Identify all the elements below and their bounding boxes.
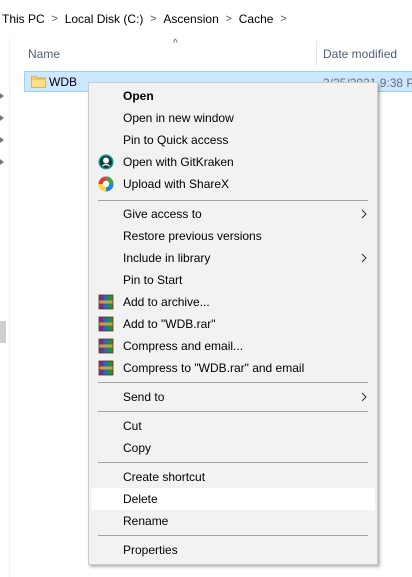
menu-item-label: Include in library (123, 251, 211, 265)
folder-icon (31, 76, 46, 88)
menu-item-label: Pin to Start (123, 273, 183, 287)
menu-item-compress-rar-email[interactable]: Compress to "WDB.rar" and email (91, 357, 375, 379)
menu-item-pin-start[interactable]: Pin to Start (91, 269, 375, 291)
menu-item-give-access[interactable]: Give access to (91, 203, 375, 225)
menu-separator (98, 462, 368, 463)
menu-item-label: Give access to (123, 207, 202, 221)
menu-item-label: Cut (123, 419, 142, 433)
menu-item-label: Compress to "WDB.rar" and email (123, 361, 305, 375)
gitkraken-icon (98, 154, 114, 170)
menu-item-label: Send to (123, 390, 165, 404)
submenu-arrow-icon (361, 209, 367, 219)
expand-arrow-icon[interactable] (0, 93, 4, 99)
winrar-icon (98, 360, 114, 376)
column-header-row: ^ Name Date modified (10, 38, 412, 68)
winrar-icon (98, 294, 114, 310)
menu-item-label: Upload with ShareX (123, 177, 230, 191)
file-name[interactable]: WDB (49, 75, 77, 89)
menu-item-label: Create shortcut (123, 470, 206, 484)
menu-item-label: Rename (123, 514, 169, 528)
chevron-right-icon[interactable]: > (223, 13, 235, 25)
submenu-arrow-icon (361, 392, 367, 402)
menu-item-rename[interactable]: Rename (91, 510, 375, 532)
pane-splitter[interactable] (9, 38, 10, 577)
menu-separator (98, 200, 368, 201)
menu-separator (98, 535, 368, 536)
submenu-arrow-icon (361, 253, 367, 263)
winrar-icon (98, 316, 114, 332)
menu-separator (98, 411, 368, 412)
menu-item-label: Restore previous versions (123, 229, 262, 243)
menu-item-properties[interactable]: Properties (91, 539, 375, 561)
expand-arrow-icon[interactable] (0, 159, 4, 165)
chevron-right-icon[interactable]: > (147, 13, 159, 25)
menu-item-open-gitkraken[interactable]: Open with GitKraken (91, 151, 375, 173)
menu-item-cut[interactable]: Cut (91, 415, 375, 437)
menu-item-open[interactable]: Open (91, 85, 375, 107)
nav-selected-item[interactable] (0, 321, 6, 343)
menu-item-open-new-window[interactable]: Open in new window (91, 107, 375, 129)
menu-item-upload-sharex[interactable]: Upload with ShareX (91, 173, 375, 195)
chevron-right-icon[interactable]: > (49, 13, 61, 25)
sort-ascending-icon: ^ (173, 38, 178, 49)
breadcrumb-ascension[interactable]: Ascension (159, 12, 222, 26)
menu-item-label: Properties (123, 543, 178, 557)
menu-item-restore-versions[interactable]: Restore previous versions (91, 225, 375, 247)
menu-item-pin-quick-access[interactable]: Pin to Quick access (91, 129, 375, 151)
column-header-date-modified[interactable]: Date modified (323, 47, 397, 61)
menu-item-label: Open with GitKraken (123, 155, 234, 169)
chevron-right-icon[interactable]: > (277, 13, 289, 25)
menu-item-label: Compress and email... (123, 339, 244, 353)
menu-item-label: Add to archive... (123, 295, 210, 309)
menu-separator (98, 382, 368, 383)
menu-item-add-to-rar[interactable]: Add to "WDB.rar" (91, 313, 375, 335)
breadcrumb: This PC > Local Disk (C:) > Ascension > … (0, 0, 412, 37)
menu-item-label: Open in new window (123, 111, 234, 125)
menu-item-compress-email[interactable]: Compress and email... (91, 335, 375, 357)
explorer-window: This PC > Local Disk (C:) > Ascension > … (0, 0, 412, 577)
winrar-icon (98, 338, 114, 354)
menu-item-add-archive[interactable]: Add to archive... (91, 291, 375, 313)
context-menu: Open Open in new window Pin to Quick acc… (88, 82, 378, 565)
menu-item-include-library[interactable]: Include in library (91, 247, 375, 269)
column-header-name[interactable]: Name (28, 47, 60, 61)
menu-item-delete[interactable]: Delete (91, 488, 375, 510)
navigation-pane[interactable] (0, 38, 9, 577)
column-resize-handle[interactable] (316, 41, 317, 66)
menu-item-create-shortcut[interactable]: Create shortcut (91, 466, 375, 488)
menu-item-label: Copy (123, 441, 152, 455)
expand-arrow-icon[interactable] (0, 137, 4, 143)
breadcrumb-this-pc[interactable]: This PC (0, 12, 49, 26)
menu-item-copy[interactable]: Copy (91, 437, 375, 459)
menu-item-label: Add to "WDB.rar" (123, 317, 216, 331)
breadcrumb-cache[interactable]: Cache (235, 12, 278, 26)
menu-item-label: Pin to Quick access (123, 133, 229, 147)
menu-item-label: Delete (123, 492, 158, 506)
sharex-icon (98, 176, 114, 192)
menu-item-label: Open (123, 89, 154, 103)
expand-arrow-icon[interactable] (0, 115, 4, 121)
breadcrumb-local-disk[interactable]: Local Disk (C:) (61, 12, 148, 26)
menu-item-send-to[interactable]: Send to (91, 386, 375, 408)
